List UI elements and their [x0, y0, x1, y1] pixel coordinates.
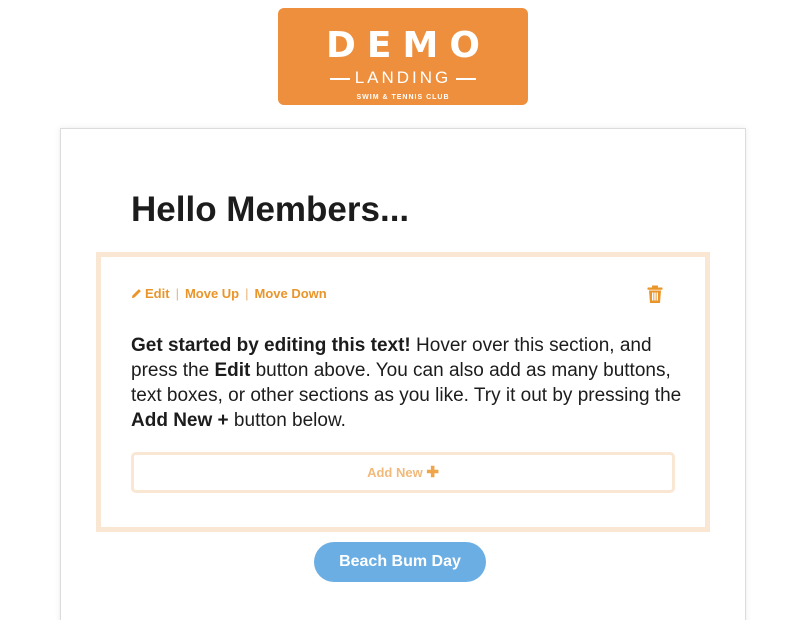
move-down-button[interactable]: Move Down: [255, 286, 327, 301]
logo-rule-right: [456, 77, 477, 80]
toolbar-divider: |: [245, 286, 249, 301]
beach-bum-day-button[interactable]: Beach Bum Day: [314, 542, 486, 582]
logo-title: DEMO: [326, 25, 491, 66]
add-new-label: Add New: [367, 465, 423, 480]
body-add-new-word: Add New +: [131, 410, 229, 431]
logo-tagline: SWIM & TENNIS CLUB: [356, 94, 450, 101]
edit-button[interactable]: Edit: [131, 286, 170, 301]
section-toolbar: Edit | Move Up | Move Down: [131, 286, 327, 302]
toolbar-divider: |: [175, 286, 179, 301]
plus-icon: ✚: [426, 464, 439, 481]
add-new-button[interactable]: Add New ✚: [131, 452, 675, 493]
section-body-text: Get started by editing this text! Hover …: [131, 333, 691, 433]
body-text-part: button below.: [228, 410, 346, 431]
body-bold-intro: Get started by editing this text!: [131, 335, 411, 356]
body-edit-word: Edit: [214, 360, 251, 381]
page-heading: Hello Members...: [131, 190, 410, 229]
move-up-button[interactable]: Move Up: [185, 286, 239, 301]
edit-label: Edit: [145, 286, 170, 301]
logo-subtitle-row: LANDING: [278, 68, 528, 88]
logo-rule-left: [329, 77, 350, 80]
club-logo: DEMO LANDING SWIM & TENNIS CLUB: [278, 8, 528, 105]
logo-subtitle: LANDING: [354, 68, 452, 87]
pencil-icon: [131, 289, 141, 299]
trash-icon[interactable]: [645, 284, 665, 304]
